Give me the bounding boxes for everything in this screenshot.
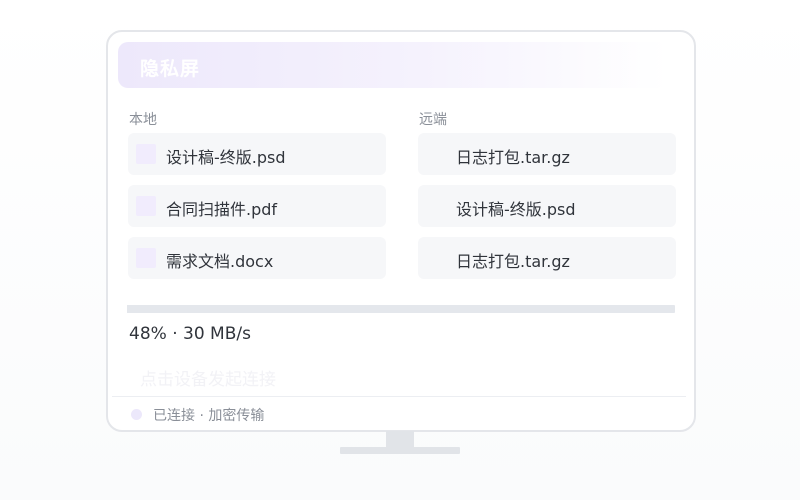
file-name: 日志打包.tar.gz — [456, 252, 570, 271]
connection-status: 已连接 · 加密传输 — [153, 408, 265, 424]
transfer-progress-fill — [127, 305, 391, 313]
monitor-base — [340, 447, 460, 454]
remote-column-label: 远端 — [419, 112, 447, 128]
file-icon — [136, 248, 156, 268]
window-title: 隐私屏 — [140, 58, 201, 80]
remote-file-item[interactable]: 设计稿-终版.psd — [418, 185, 676, 227]
file-name: 设计稿-终版.psd — [456, 200, 576, 219]
file-icon — [136, 144, 156, 164]
connect-hint[interactable]: 点击设备发起连接 — [140, 365, 276, 390]
file-name: 日志打包.tar.gz — [456, 148, 570, 167]
title-bar: 隐私屏 — [118, 42, 668, 88]
transfer-progress-bar — [127, 305, 675, 313]
local-file-item[interactable]: 需求文档.docx — [128, 237, 386, 279]
monitor-neck — [386, 431, 414, 447]
local-file-item[interactable]: 设计稿-终版.psd — [128, 133, 386, 175]
file-name: 需求文档.docx — [166, 252, 274, 271]
remote-file-item[interactable]: 日志打包.tar.gz — [418, 237, 676, 279]
file-name: 设计稿-终版.psd — [166, 148, 286, 167]
monitor-frame: 隐私屏 本地 远端 设计稿-终版.psd 合同扫描件.pdf 需求文档.docx… — [106, 30, 696, 432]
file-name: 合同扫描件.pdf — [166, 200, 278, 219]
transfer-speed: 48% · 30 MB/s — [129, 324, 251, 344]
local-column-label: 本地 — [129, 112, 157, 128]
status-dot-icon — [131, 409, 142, 420]
remote-file-item[interactable]: 日志打包.tar.gz — [418, 133, 676, 175]
file-icon — [136, 196, 156, 216]
local-file-item[interactable]: 合同扫描件.pdf — [128, 185, 386, 227]
status-divider — [112, 396, 686, 397]
